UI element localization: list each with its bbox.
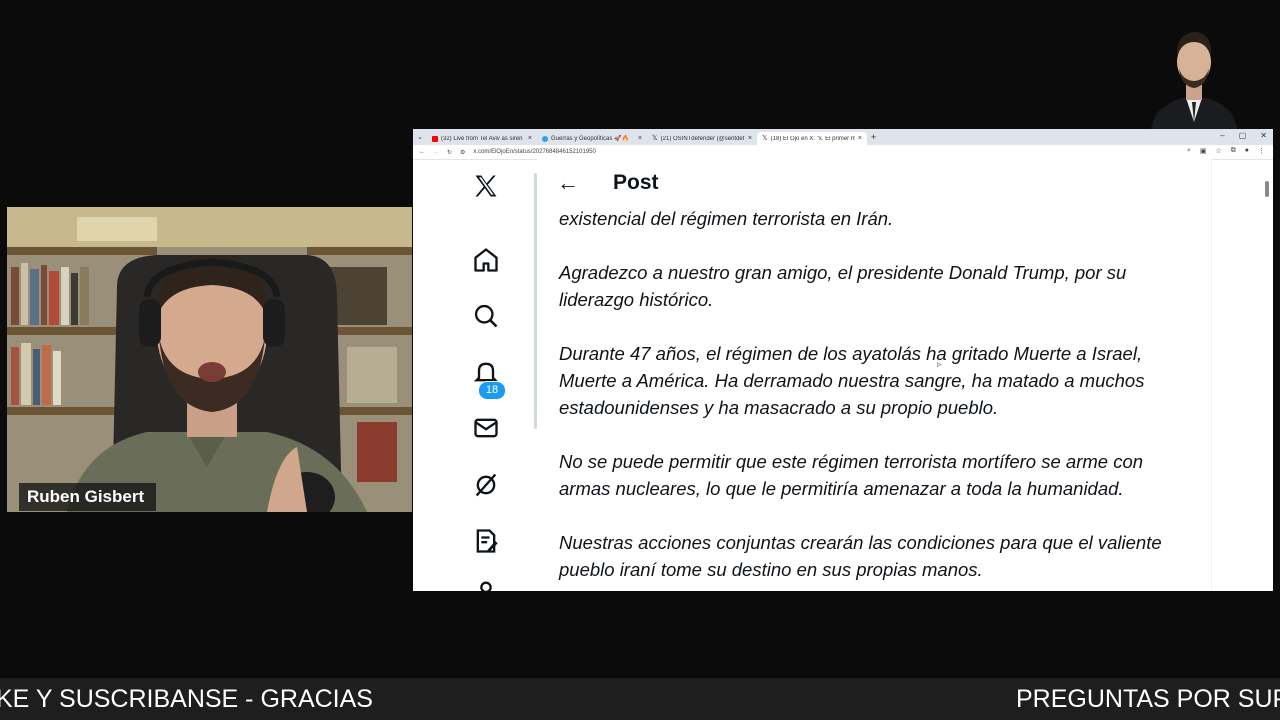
telegram-icon bbox=[542, 135, 548, 142]
ticker-text-left: KE Y SUSCRIBANSE - GRACIAS bbox=[0, 685, 373, 713]
tab-search-dropdown-icon[interactable]: ⌄ bbox=[413, 133, 427, 141]
cast-icon[interactable]: ▣ bbox=[1200, 147, 1207, 155]
post-text: existencial del régimen terrorista en Ir… bbox=[559, 205, 1199, 583]
tab-close-icon[interactable]: × bbox=[528, 135, 532, 142]
lists-icon[interactable] bbox=[471, 526, 501, 556]
x-logo-icon[interactable] bbox=[471, 171, 501, 201]
tab-label: (21) OSINTdefender (@sentdef bbox=[660, 135, 745, 142]
profile-icon[interactable]: ● bbox=[1245, 147, 1249, 155]
url-field[interactable]: x.com/ElOjoEn/status/2027684846152101950 bbox=[473, 149, 595, 155]
tab-el-ojo-en-x[interactable]: 𝕏 (18) El Ojo en X: "x. El primer m × bbox=[757, 132, 867, 145]
back-nav-icon[interactable]: ← bbox=[419, 149, 425, 155]
ticker-text-right: PREGUNTAS POR SUP bbox=[1016, 685, 1280, 713]
post-column: ← Post existencial del régimen terrorist… bbox=[537, 159, 1212, 591]
mouse-cursor-icon: ▹ bbox=[937, 359, 942, 369]
tab-close-icon[interactable]: × bbox=[748, 135, 752, 142]
messages-envelope-icon[interactable] bbox=[471, 413, 501, 443]
post-paragraph: Agradezco a nuestro gran amigo, el presi… bbox=[559, 262, 1127, 310]
bottom-ticker: KE Y SUSCRIBANSE - GRACIAS PREGUNTAS POR… bbox=[0, 678, 1280, 720]
close-window-icon[interactable]: ✕ bbox=[1260, 131, 1267, 140]
x-sidebar: 18 bbox=[413, 159, 535, 591]
tab-telegram[interactable]: Guerras y Geopolíticas 🚀🔥 × bbox=[537, 132, 647, 145]
tab-osintdefender[interactable]: 𝕏 (21) OSINTdefender (@sentdef × bbox=[647, 132, 757, 145]
post-paragraph: No se puede permitir que este régimen te… bbox=[559, 451, 1144, 499]
presenter-name-label: Ruben Gisbert bbox=[19, 483, 157, 511]
reload-icon[interactable]: ↻ bbox=[447, 149, 452, 156]
maximize-icon[interactable]: ▢ bbox=[1239, 131, 1247, 140]
back-arrow-icon[interactable]: ← bbox=[557, 170, 579, 196]
post-header: ← Post bbox=[537, 159, 1211, 207]
post-header-title: Post bbox=[613, 171, 659, 194]
tab-label: Guerras y Geopolíticas 🚀🔥 bbox=[551, 136, 629, 142]
home-icon[interactable] bbox=[471, 245, 501, 275]
profile-person-icon[interactable] bbox=[471, 577, 501, 591]
tab-close-icon[interactable]: × bbox=[858, 135, 862, 142]
minimize-icon[interactable]: – bbox=[1220, 131, 1224, 140]
post-paragraph: Durante 47 años, el régimen de los ayato… bbox=[559, 343, 1145, 418]
host-portrait bbox=[1148, 18, 1240, 136]
grok-icon[interactable] bbox=[471, 470, 501, 500]
address-bar-row: ← → ↻ ⚙ x.com/ElOjoEn/status/20276848461… bbox=[413, 145, 1273, 160]
tab-label: (18) El Ojo en X: "x. El primer m bbox=[770, 135, 855, 142]
bookmark-star-icon[interactable]: ☆ bbox=[1215, 147, 1221, 155]
x-icon: 𝕏 bbox=[652, 134, 658, 142]
youtube-icon bbox=[432, 135, 438, 142]
page-scrollbar[interactable] bbox=[1265, 181, 1269, 197]
site-info-icon[interactable]: ⚙ bbox=[460, 149, 465, 156]
notification-count-badge: 18 bbox=[478, 381, 506, 400]
zoom-icon[interactable]: ⌕ bbox=[1187, 147, 1191, 155]
post-paragraph: Nuestras acciones conjuntas crearán las … bbox=[559, 532, 1162, 580]
forward-nav-icon[interactable]: → bbox=[433, 149, 439, 155]
new-tab-button[interactable]: + bbox=[871, 132, 876, 142]
tab-bar: ⌄ (32) Live from Tel Aviv as siren × Gue… bbox=[413, 129, 1273, 145]
browser-window: ⌄ (32) Live from Tel Aviv as siren × Gue… bbox=[413, 129, 1273, 591]
tab-youtube[interactable]: (32) Live from Tel Aviv as siren × bbox=[427, 132, 537, 145]
toolbar-icons: ⌕ ▣ ☆ ⧉ ● ⋮ bbox=[1187, 147, 1265, 155]
search-icon[interactable] bbox=[471, 301, 501, 331]
webcam-feed: Ruben Gisbert bbox=[7, 207, 412, 512]
tab-close-icon[interactable]: × bbox=[638, 135, 642, 142]
x-icon: 𝕏 bbox=[762, 134, 768, 142]
window-controls: – ▢ ✕ bbox=[1220, 131, 1267, 140]
post-paragraph: existencial del régimen terrorista en Ir… bbox=[559, 208, 894, 229]
tab-label: (32) Live from Tel Aviv as siren bbox=[441, 135, 523, 142]
extensions-icon[interactable]: ⧉ bbox=[1231, 147, 1236, 155]
menu-icon[interactable]: ⋮ bbox=[1258, 147, 1265, 155]
